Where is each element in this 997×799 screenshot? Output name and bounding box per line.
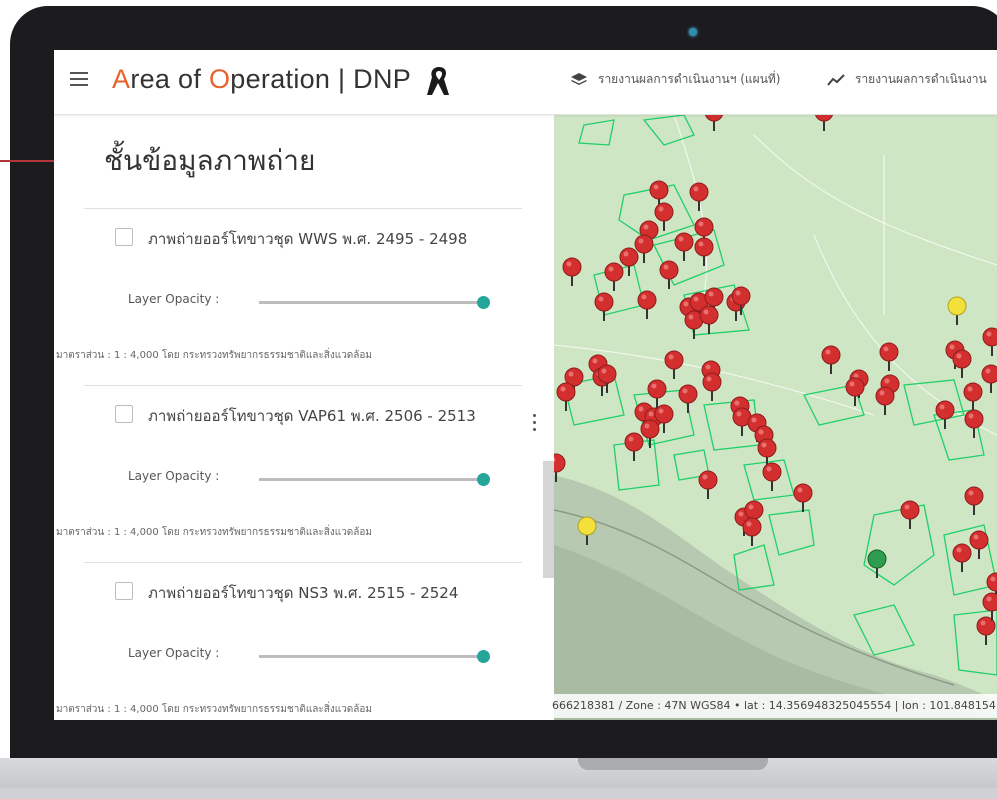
slider-thumb[interactable]	[477, 296, 490, 309]
nav-label: รายงานผลการดำเนินงาน	[855, 72, 987, 86]
layer-scale-text: มาตราส่วน : 1 : 4,000 โดย กระทรวงทรัพยาก…	[56, 527, 373, 538]
menu-icon[interactable]	[70, 72, 88, 86]
layer-checkbox[interactable]	[115, 582, 133, 600]
divider	[84, 208, 522, 209]
layer-item: ภาพถ่ายออร์โทขาวชุด WWS พ.ศ. 2495 - 2498…	[54, 215, 554, 392]
layer-checkbox[interactable]	[115, 405, 133, 423]
layer-item: ภาพถ่ายออร์โทขาวชุด NS3 พ.ศ. 2515 - 2524…	[54, 569, 554, 720]
photo-layers-panel: ชั้นข้อมูลภาพถ่าย ภาพถ่ายออร์โทขาวชุด WW…	[54, 115, 554, 720]
title-letter-a: A	[112, 64, 131, 94]
layer-name: ภาพถ่ายออร์โทขาวชุด VAP61 พ.ศ. 2506 - 25…	[148, 407, 476, 425]
camera-icon	[689, 28, 697, 36]
laptop-base-strip	[0, 788, 997, 799]
slider-thumb[interactable]	[477, 473, 490, 486]
title-part: rea of	[130, 64, 209, 94]
map-canvas[interactable]	[554, 115, 997, 720]
slider-thumb[interactable]	[477, 650, 490, 663]
layer-name: ภาพถ่ายออร์โทขาวชุด NS3 พ.ศ. 2515 - 2524	[148, 584, 459, 602]
opacity-slider[interactable]	[259, 473, 490, 486]
divider	[84, 385, 522, 386]
nav-report-trend[interactable]: รายงานผลการดำเนินงาน	[827, 70, 987, 89]
laptop-notch	[578, 758, 768, 770]
top-app-bar: Area of Operation | DNP รายงานผลการดำเนิ…	[54, 50, 997, 115]
layer-item: ภาพถ่ายออร์โทขาวชุด VAP61 พ.ศ. 2506 - 25…	[54, 392, 554, 569]
trend-line-icon	[827, 73, 845, 86]
layers-icon	[571, 72, 587, 85]
app-screen: Area of Operation | DNP รายงานผลการดำเนิ…	[54, 50, 997, 720]
app-title: Area of Operation | DNP	[112, 64, 411, 95]
layer-checkbox[interactable]	[115, 228, 133, 246]
mourning-ribbon-icon	[427, 67, 449, 95]
nav-report-map[interactable]: รายงานผลการดำเนินงานฯ (แผนที่)	[570, 70, 780, 89]
opacity-slider[interactable]	[259, 650, 490, 663]
nav-label: รายงานผลการดำเนินงานฯ (แผนที่)	[598, 72, 781, 86]
layer-scale-text: มาตราส่วน : 1 : 4,000 โดย กระทรวงทรัพยาก…	[56, 350, 373, 361]
opacity-label: Layer Opacity :	[128, 292, 220, 306]
title-part: peration | DNP	[230, 64, 412, 94]
opacity-label: Layer Opacity :	[128, 469, 220, 483]
layer-name: ภาพถ่ายออร์โทขาวชุด WWS พ.ศ. 2495 - 2498	[148, 230, 468, 248]
title-letter-o: O	[208, 64, 231, 94]
panel-resize-handle[interactable]	[543, 461, 554, 578]
layer-scale-text: มาตราส่วน : 1 : 4,000 โดย กระทรวงทรัพยาก…	[56, 704, 373, 715]
coordinate-readout: 666218381 / Zone : 47N WGS84 • lat : 14.…	[552, 694, 997, 718]
divider	[84, 562, 522, 563]
opacity-label: Layer Opacity :	[128, 646, 220, 660]
map-view[interactable]	[554, 115, 997, 720]
panel-title: ชั้นข้อมูลภาพถ่าย	[104, 144, 316, 177]
more-vert-icon[interactable]	[532, 414, 538, 436]
opacity-slider[interactable]	[259, 296, 490, 309]
